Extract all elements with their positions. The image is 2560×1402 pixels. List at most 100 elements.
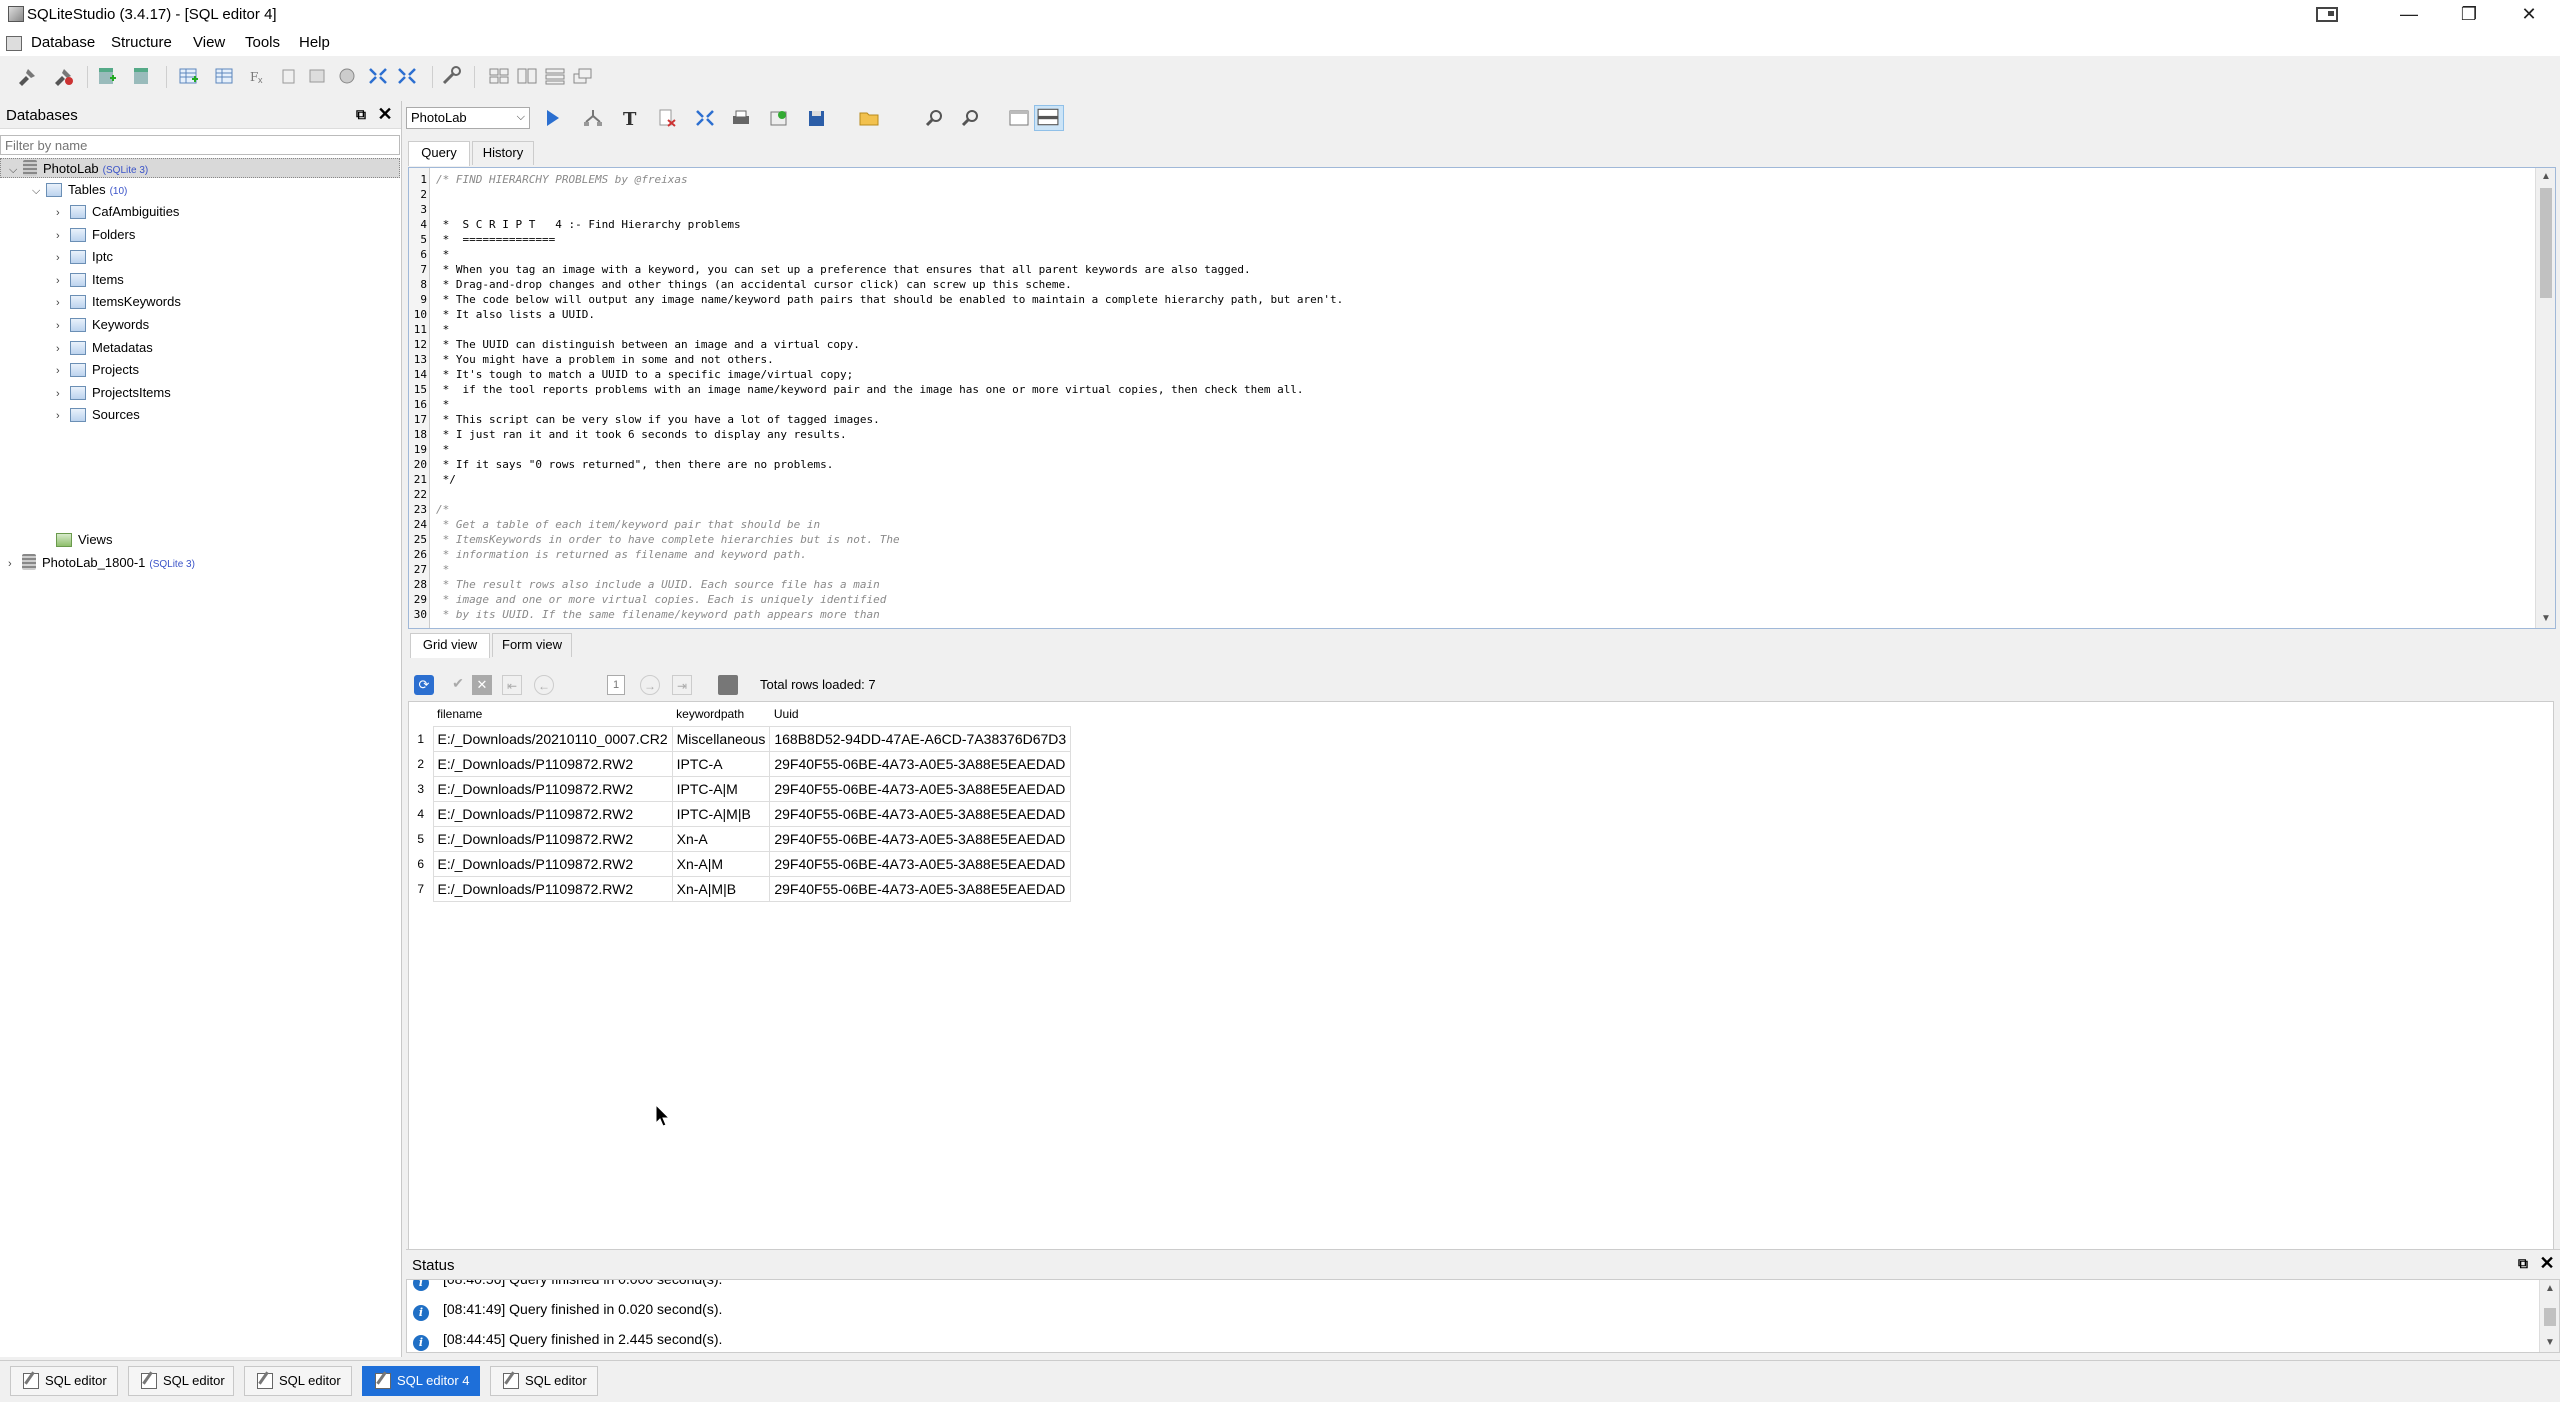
toggle-results-icon[interactable]: [694, 108, 716, 128]
cell-keywordpath[interactable]: Miscellaneous: [671, 725, 771, 752]
chevron-right-icon[interactable]: ›: [56, 384, 70, 404]
menu-help[interactable]: Help: [299, 34, 330, 51]
config-icon[interactable]: [440, 66, 462, 86]
cell-keywordpath[interactable]: Xn-A|M|B: [671, 875, 771, 902]
clear-editor-icon[interactable]: [656, 108, 678, 128]
table-row[interactable]: 7 E:/_Downloads/P1109872.RW2 Xn-A|M|B 29F40…: [409, 875, 1072, 902]
find-icon[interactable]: [924, 108, 946, 128]
view-icon[interactable]: [336, 66, 358, 86]
import-icon[interactable]: [768, 108, 790, 128]
chevron-right-icon[interactable]: ›: [56, 248, 70, 268]
table-row[interactable]: 3 E:/_Downloads/P1109872.RW2 IPTC-A|M 29F40…: [409, 775, 1072, 802]
find-replace-icon[interactable]: [960, 108, 982, 128]
refresh-icon[interactable]: ⟳: [414, 675, 434, 695]
cell-filename[interactable]: E:/_Downloads/P1109872.RW2: [432, 800, 673, 827]
chevron-down-icon[interactable]: ⌵: [9, 160, 23, 180]
connect-db-icon[interactable]: [16, 66, 38, 86]
minimize-button[interactable]: —: [2380, 0, 2438, 30]
commit-icon[interactable]: ✔: [448, 675, 468, 695]
sql-code-editor[interactable]: 1 2 3 4 5 6 7 8 9 10 11 12 13 14 15 16 17 18 19 20 21 22 23 24 2…: [408, 167, 2556, 629]
format-sql-icon[interactable]: T: [620, 108, 642, 130]
table-row[interactable]: 2 E:/_Downloads/P1109872.RW2 IPTC-A 29F40F5…: [409, 750, 1072, 777]
database-select[interactable]: PhotoLab ⌵: [406, 107, 530, 129]
cell-filename[interactable]: E:/_Downloads/P1109872.RW2: [432, 775, 673, 802]
cell-keywordpath[interactable]: IPTC-A: [671, 750, 771, 777]
explain-query-icon[interactable]: [582, 108, 604, 128]
close-button[interactable]: ✕: [2500, 0, 2558, 30]
cell-uuid[interactable]: 29F40F55-06BE-4A73-A0E5-3A88E5EAEDAD: [769, 775, 1072, 802]
first-page-icon[interactable]: ⇤: [502, 675, 522, 695]
tree-table-item[interactable]: › ItemsKeywords: [56, 292, 181, 312]
cell-filename[interactable]: E:/_Downloads/P1109872.RW2: [432, 875, 673, 902]
column-header-uuid[interactable]: Uuid: [769, 702, 1071, 726]
results-grid[interactable]: filename keywordpath Uuid 1 E:/_Downloads…: [408, 701, 2554, 1333]
index-icon[interactable]: [278, 66, 300, 86]
cell-uuid[interactable]: 29F40F55-06BE-4A73-A0E5-3A88E5EAEDAD: [769, 800, 1072, 827]
tile-icon[interactable]: [488, 66, 510, 86]
chevron-right-icon[interactable]: ›: [56, 271, 70, 291]
tree-table-item[interactable]: › Items: [56, 270, 124, 290]
column-header-filename[interactable]: filename: [433, 702, 673, 726]
scroll-down-icon[interactable]: ▼: [2536, 610, 2555, 628]
editor-scrollbar[interactable]: ▲ ▼: [2535, 168, 2555, 628]
save-icon[interactable]: [806, 108, 828, 128]
menu-structure[interactable]: Structure: [111, 34, 172, 51]
tab-sql-editor-2[interactable]: SQL editor 2: [128, 1366, 234, 1402]
menu-tools[interactable]: Tools: [245, 34, 280, 51]
disconnect-db-icon[interactable]: [52, 66, 74, 86]
results-below-icon[interactable]: [1034, 105, 1064, 131]
tree-table-item[interactable]: › Iptc: [56, 247, 113, 267]
open-file-icon[interactable]: [858, 108, 880, 128]
next-page-icon[interactable]: →: [640, 675, 660, 695]
chevron-right-icon[interactable]: ›: [56, 293, 70, 313]
float-panel-icon[interactable]: ⧉: [352, 106, 370, 124]
tree-table-item[interactable]: › ProjectsItems: [56, 383, 171, 403]
rollback-icon[interactable]: ✕: [472, 675, 492, 695]
collapse-icon[interactable]: [396, 66, 418, 86]
cell-keywordpath[interactable]: Xn-A|M: [671, 850, 771, 877]
cell-uuid[interactable]: 168B8D52-94DD-47AE-A6CD-7A38376D67D3: [769, 725, 1072, 752]
tile-horizontal-icon[interactable]: [516, 66, 538, 86]
table-row[interactable]: 4 E:/_Downloads/P1109872.RW2 IPTC-A|M|B 29F…: [409, 800, 1072, 827]
restore-button[interactable]: ❐: [2440, 0, 2498, 30]
table-row[interactable]: 6 E:/_Downloads/P1109872.RW2 Xn-A|M 29F40F5…: [409, 850, 1072, 877]
tab-history[interactable]: History: [472, 141, 534, 165]
add-db-icon[interactable]: [96, 66, 118, 86]
tree-views[interactable]: Views: [56, 530, 112, 550]
tree-table-item[interactable]: › Projects: [56, 360, 139, 380]
tab-query[interactable]: Query: [408, 141, 470, 166]
tab-sql-editor-5[interactable]: SQL editor 5: [490, 1366, 598, 1402]
chevron-down-icon[interactable]: ⌵: [32, 181, 46, 201]
tree-db-photolab-1800[interactable]: › PhotoLab_1800-1 (SQLite 3): [8, 553, 195, 573]
tree-table-item[interactable]: › Metadatas: [56, 338, 153, 358]
cell-uuid[interactable]: 29F40F55-06BE-4A73-A0E5-3A88E5EAEDAD: [769, 850, 1072, 877]
cell-uuid[interactable]: 29F40F55-06BE-4A73-A0E5-3A88E5EAEDAD: [769, 875, 1072, 902]
scroll-up-icon[interactable]: ▲: [2540, 1280, 2559, 1298]
tree-table-item[interactable]: › Sources: [56, 405, 140, 425]
chevron-right-icon[interactable]: ›: [56, 339, 70, 359]
tile-vertical-icon[interactable]: [544, 66, 566, 86]
drop-table-icon[interactable]: Fx: [248, 66, 270, 86]
cell-filename[interactable]: E:/_Downloads/P1109872.RW2: [432, 750, 673, 777]
chevron-right-icon[interactable]: ›: [56, 203, 70, 223]
results-in-tab-icon[interactable]: [1008, 108, 1030, 128]
column-header-keywordpath[interactable]: keywordpath: [672, 702, 770, 726]
tree-table-item[interactable]: › CafAmbiguities: [56, 202, 179, 222]
tab-sql-editor-4[interactable]: SQL editor 4: [362, 1366, 480, 1396]
chevron-right-icon[interactable]: ›: [56, 316, 70, 336]
tab-sql-editor-1[interactable]: SQL editor 1: [10, 1366, 118, 1402]
scroll-down-icon[interactable]: ▼: [2540, 1334, 2559, 1352]
cell-keywordpath[interactable]: Xn-A: [671, 825, 771, 852]
cell-uuid[interactable]: 29F40F55-06BE-4A73-A0E5-3A88E5EAEDAD: [769, 750, 1072, 777]
expand-icon[interactable]: [367, 66, 389, 86]
tree-table-item[interactable]: › Folders: [56, 225, 135, 245]
scrollbar-thumb[interactable]: [2540, 188, 2552, 298]
table-row[interactable]: 5 E:/_Downloads/P1109872.RW2 Xn-A 29F40F55-…: [409, 825, 1072, 852]
cell-filename[interactable]: E:/_Downloads/P1109872.RW2: [432, 850, 673, 877]
table-row[interactable]: 1 E:/_Downloads/20210110_0007.CR2 Miscella…: [409, 725, 1072, 752]
execute-query-icon[interactable]: [542, 108, 564, 128]
tree-tables[interactable]: ⌵ Tables (10): [32, 180, 127, 200]
chevron-right-icon[interactable]: ›: [56, 226, 70, 246]
tree-table-item[interactable]: › Keywords: [56, 315, 149, 335]
cell-filename[interactable]: E:/_Downloads/P1109872.RW2: [432, 825, 673, 852]
